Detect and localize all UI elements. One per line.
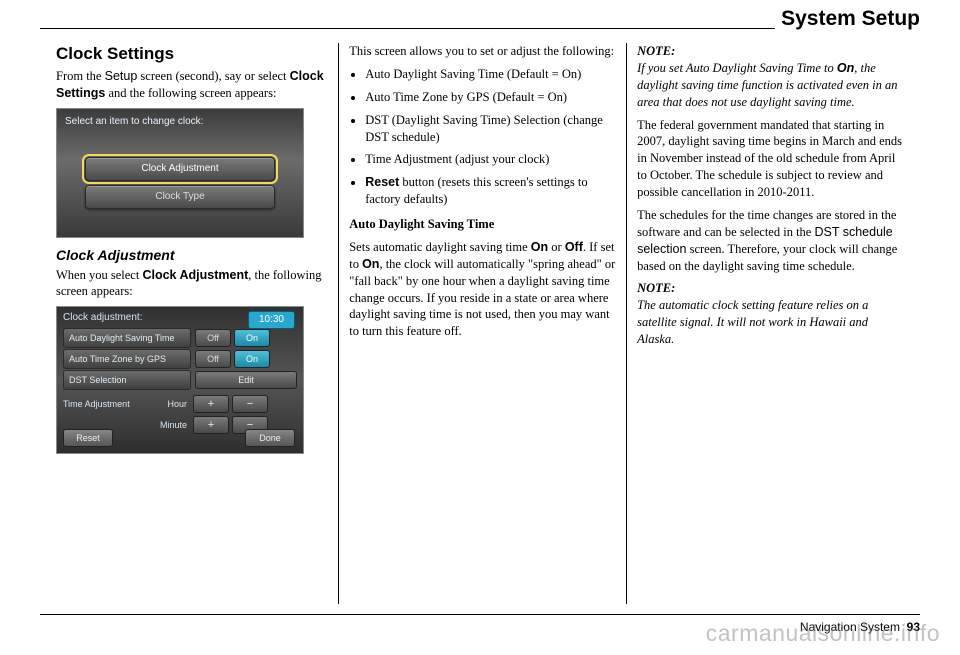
row-dst-selection-label: DST Selection (63, 370, 191, 390)
hour-minus[interactable]: − (232, 395, 268, 413)
setup-label: Setup (105, 69, 138, 83)
note-2: NOTE: The automatic clock setting featur… (637, 280, 904, 348)
col2-bullets: Auto Daylight Saving Time (Default = On)… (365, 66, 616, 208)
done-button[interactable]: Done (245, 429, 295, 447)
screen2-bottom: Reset Done (63, 429, 295, 447)
column-3: NOTE: If you set Auto Daylight Saving Ti… (626, 43, 914, 604)
note-1: NOTE: If you set Auto Daylight Saving Ti… (637, 43, 904, 111)
note2-body: The automatic clock setting feature reli… (637, 298, 868, 346)
footer-label: Navigation System (800, 620, 900, 634)
auto-tz-off[interactable]: Off (195, 350, 231, 368)
bullet-auto-tz: Auto Time Zone by GPS (Default = On) (365, 89, 616, 106)
row-auto-tz-toggle: Off On (195, 350, 270, 368)
bullet-auto-dst: Auto Daylight Saving Time (Default = On) (365, 66, 616, 83)
row-dst-selection: DST Selection Edit (63, 371, 297, 389)
dst-edit-button[interactable]: Edit (195, 371, 297, 389)
row-auto-dst-toggle: Off On (195, 329, 270, 347)
bullet-reset: Reset button (resets this screen's setti… (365, 174, 616, 208)
heading-auto-dst: Auto Daylight Saving Time (349, 216, 616, 233)
col2-lead: This screen allows you to set or adjust … (349, 43, 616, 60)
row-auto-dst: Auto Daylight Saving Time Off On (63, 329, 297, 347)
screen1-title: Select an item to change clock: (65, 115, 203, 129)
column-2: This screen allows you to set or adjust … (338, 43, 626, 604)
screen2-title: Clock adjustment: (63, 311, 142, 325)
hour-row: Time Adjustment Hour + − (63, 395, 297, 413)
clock-adjustment-paragraph: When you select Clock Adjustment, the fo… (56, 267, 328, 301)
screen2-clock: 10:30 (248, 311, 295, 329)
clock-type-button[interactable]: Clock Type (85, 185, 275, 209)
columns: Clock Settings From the Setup screen (se… (40, 29, 920, 614)
page-frame: System Setup Navigation System 93 Clock … (40, 28, 920, 615)
time-adjustment-label: Time Adjustment (63, 398, 139, 410)
clock-adjustment-button[interactable]: Clock Adjustment (85, 157, 275, 181)
col3-p3: The schedules for the time changes are s… (637, 207, 904, 275)
hour-label: Hour (139, 398, 187, 410)
col3-p2: The federal government mandated that sta… (637, 117, 904, 201)
row-auto-tz: Auto Time Zone by GPS Off On (63, 350, 297, 368)
row-auto-tz-label: Auto Time Zone by GPS (63, 349, 191, 369)
note2-heading: NOTE: (637, 281, 675, 295)
section-title-clock-settings: Clock Settings (56, 43, 328, 66)
screenshot-clock-adjustment: Clock adjustment: 10:30 Auto Daylight Sa… (56, 306, 304, 454)
hour-plus[interactable]: + (193, 395, 229, 413)
page-header: System Setup (775, 7, 920, 31)
note1-heading: NOTE: (637, 44, 675, 58)
page-footer: Navigation System 93 (794, 620, 920, 634)
auto-dst-body: Sets automatic daylight saving time On o… (349, 239, 616, 340)
auto-tz-on[interactable]: On (234, 350, 270, 368)
intro-paragraph: From the Setup screen (second), say or s… (56, 68, 328, 102)
page-number: 93 (907, 620, 920, 634)
auto-dst-on[interactable]: On (234, 329, 270, 347)
row-auto-dst-label: Auto Daylight Saving Time (63, 328, 191, 348)
column-1: Clock Settings From the Setup screen (se… (46, 43, 338, 604)
bullet-dst-selection: DST (Daylight Saving Time) Selection (ch… (365, 112, 616, 146)
auto-dst-off[interactable]: Off (195, 329, 231, 347)
screenshot-clock-menu: Select an item to change clock: Clock Ad… (56, 108, 304, 238)
bullet-time-adjustment: Time Adjustment (adjust your clock) (365, 151, 616, 168)
reset-button[interactable]: Reset (63, 429, 113, 447)
subheading-clock-adjustment: Clock Adjustment (56, 246, 328, 265)
screen1-buttons: Clock Adjustment Clock Type (85, 157, 275, 213)
screen2-rows: Auto Daylight Saving Time Off On Auto Ti… (63, 329, 297, 392)
